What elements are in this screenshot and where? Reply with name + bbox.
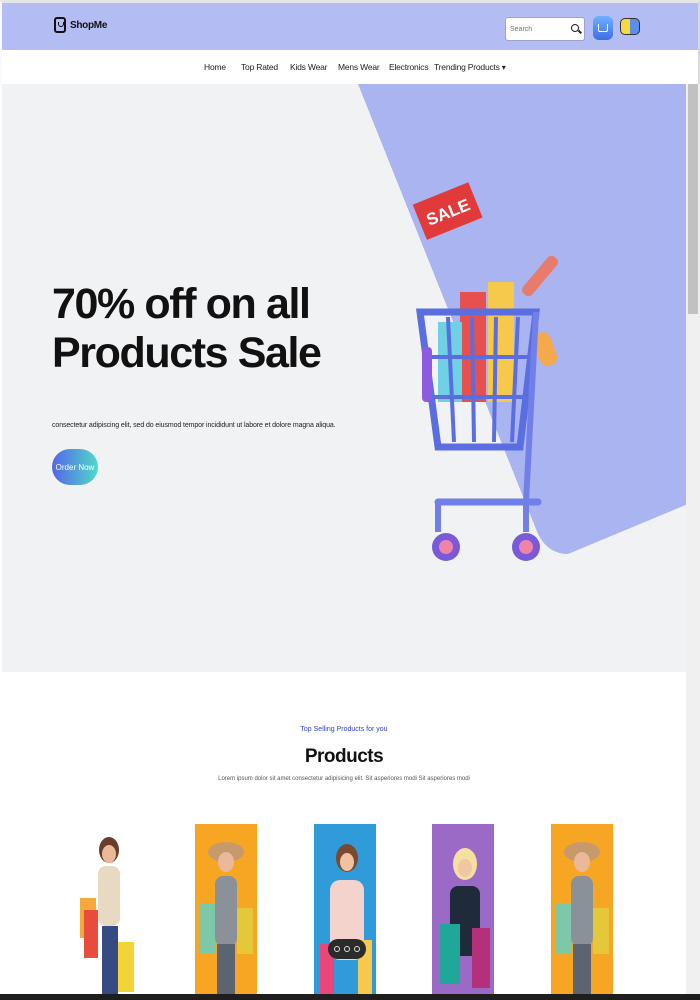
nav-item-home[interactable]: Home	[204, 62, 226, 72]
products-tagline: Top Selling Products for you	[300, 726, 388, 733]
products-description: Lorem ipsum dolor sit amet consectetur a…	[218, 776, 470, 782]
cart-icon	[598, 24, 608, 32]
product-image	[551, 824, 613, 994]
product-image	[76, 824, 138, 994]
menu-icon[interactable]	[354, 946, 360, 952]
product-image	[432, 824, 494, 994]
search-input[interactable]	[510, 25, 570, 33]
brand-logo[interactable]: ShopMe	[54, 17, 107, 33]
scrollbar-thumb[interactable]	[688, 84, 698, 314]
order-now-button[interactable]: Order Now	[52, 449, 98, 485]
chat-icon[interactable]	[334, 946, 340, 952]
sale-tag-icon: SALE	[412, 182, 483, 240]
hero-title: 70% off on all Products Sale	[52, 280, 322, 378]
main-nav: Home Top Rated Kids Wear Mens Wear Elect…	[0, 50, 700, 84]
scrollbar[interactable]	[686, 84, 700, 994]
search-box[interactable]	[505, 17, 585, 41]
nav-item-kids-wear[interactable]: Kids Wear	[290, 62, 327, 72]
floating-toolbar[interactable]	[328, 939, 366, 959]
product-card[interactable]	[551, 824, 613, 994]
nav-item-trending-products[interactable]: Trending Products	[434, 62, 506, 72]
product-card[interactable]	[76, 824, 138, 994]
window-bottom-edge	[0, 994, 700, 1000]
hero-title-line-2: Products Sale	[52, 329, 322, 378]
camera-icon[interactable]	[344, 946, 350, 952]
products-title: Products	[304, 746, 384, 767]
hero-title-line-1: 70% off on all	[52, 280, 311, 328]
nav-item-mens-wear[interactable]: Mens Wear	[338, 62, 380, 72]
hero-banner: 70% off on all Products Sale consectetur…	[2, 84, 686, 672]
user-toggle-icon[interactable]	[620, 18, 640, 35]
top-header: ShopMe	[0, 0, 700, 50]
brand-name: ShopMe	[70, 19, 108, 31]
nav-item-electronics[interactable]: Electronics	[389, 62, 429, 72]
product-card[interactable]	[432, 824, 494, 994]
product-image	[195, 824, 257, 994]
cart-button[interactable]	[593, 16, 613, 40]
hero-subtitle: consectetur adipiscing elit, sed do eius…	[52, 422, 336, 429]
product-card[interactable]	[314, 824, 376, 994]
search-icon[interactable]	[571, 24, 579, 32]
shopping-bag-icon	[54, 17, 66, 33]
product-image	[314, 824, 376, 994]
product-card[interactable]	[195, 824, 257, 994]
nav-item-top-rated[interactable]: Top Rated	[241, 62, 278, 72]
shopping-cart-illustration: SALE	[412, 182, 558, 561]
